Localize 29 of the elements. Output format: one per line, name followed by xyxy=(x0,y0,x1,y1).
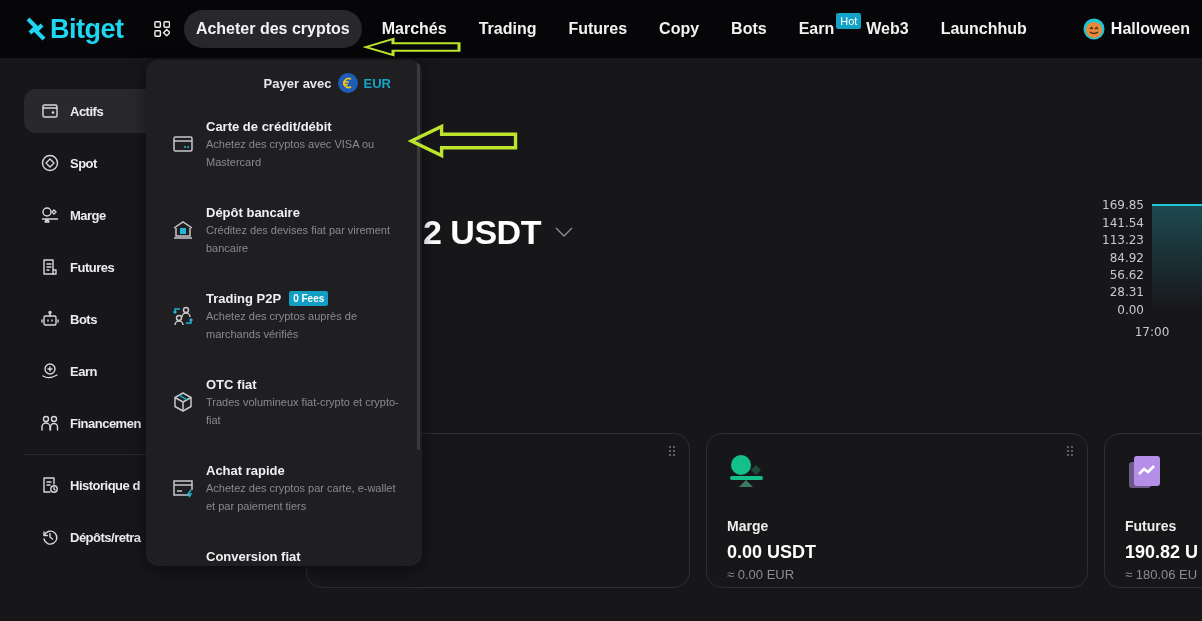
axis-tick-label: 84.92 xyxy=(1109,250,1144,265)
axis-tick-label: 169.85 xyxy=(1102,198,1144,212)
menu-item-description: Achetez des cryptos avec VISA ou Mastercard xyxy=(206,137,376,170)
menu-item-title: OTC fiat xyxy=(206,376,257,392)
menu-item-description: Créditez des devises fiat par virement bancaire xyxy=(206,223,392,256)
card-amount: 0.00 USDT xyxy=(727,542,818,563)
menu-item-title: Carte de crédit/débit xyxy=(206,118,332,134)
hot-badge: Hot xyxy=(836,13,862,29)
menu-item-description: Achetez des cryptos auprès de marchands vérifiés xyxy=(206,309,359,342)
axis-tick-label: 113.23 xyxy=(1102,233,1144,247)
card-title: Marge xyxy=(727,518,770,534)
menu-item-title: Trading P2P xyxy=(206,290,282,306)
menu-item-title: Conversion fiat xyxy=(206,548,301,564)
card-approx-value: ≈ 180.06 EU xyxy=(1125,567,1199,582)
pay-with-label: Payer avec xyxy=(263,75,332,91)
menu-item-title: Dépôt bancaire xyxy=(206,204,300,220)
menu-item-description: Trades volumineux fiat-crypto et crypto-fiat xyxy=(206,395,400,428)
axis-tick-label: 56.62 xyxy=(1109,268,1144,282)
fees-badge: 0 Fees xyxy=(289,290,329,306)
menu-item-description: Achetez des cryptos par carte, e-wallet et par paiement tiers xyxy=(206,481,397,514)
axis-tick-label: 17:00 xyxy=(1134,325,1170,339)
card-amount: 190.82 U xyxy=(1125,542,1200,563)
axis-tick-label: 141.54 xyxy=(1102,215,1144,230)
balance-amount: 2 USDT xyxy=(423,212,541,252)
card-title: Futures xyxy=(1125,518,1178,534)
menu-item-title: Achat rapide xyxy=(206,462,285,478)
axis-tick-label: 28.31 xyxy=(1109,285,1144,300)
card-approx-value: ≈ 0.00 EUR xyxy=(727,567,796,582)
axis-tick-label: 0.00 xyxy=(1117,303,1144,317)
